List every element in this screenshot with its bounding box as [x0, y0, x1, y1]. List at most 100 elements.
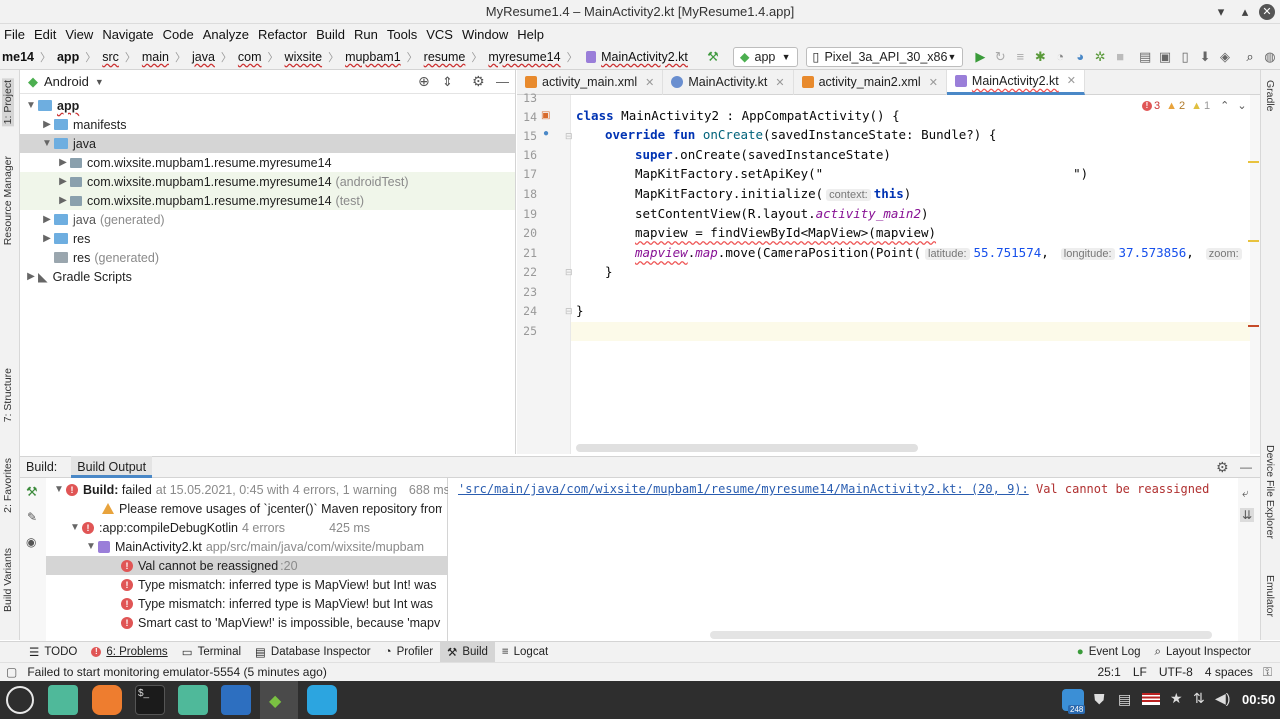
breadcrumb-com[interactable]: com [238, 50, 262, 64]
telegram-icon[interactable] [307, 685, 337, 715]
tab-mainactivity2-kt[interactable]: MainActivity2.kt ✕ [946, 69, 1085, 95]
status-toggle-icon[interactable]: ▢ [6, 665, 17, 679]
menu-file[interactable]: File [4, 27, 25, 42]
build-row-error[interactable]: ! Smart cast to 'MapView!' is impossible… [121, 613, 442, 632]
chevron-right-icon[interactable]: ▶ [56, 157, 70, 168]
close-icon[interactable]: ✕ [929, 76, 938, 89]
error-marker[interactable] [1248, 325, 1259, 327]
fold-icon[interactable]: ⊟ [565, 306, 573, 317]
menu-help[interactable]: Help [517, 27, 544, 42]
eye-icon[interactable]: ◉ [26, 535, 36, 549]
tool-build[interactable]: ⚒ Build [440, 641, 495, 663]
files-icon[interactable] [48, 685, 78, 715]
apply-code-changes-icon[interactable]: ≡ [1013, 49, 1027, 65]
project-view-select[interactable]: Android [44, 74, 89, 89]
breadcrumb-wixsite[interactable]: wixsite [285, 50, 323, 64]
folder-app-icon[interactable] [178, 685, 208, 715]
tab-activity-main2-xml[interactable]: activity_main2.xml ✕ [794, 69, 947, 95]
close-icon[interactable]: ✕ [775, 76, 784, 89]
tab-emulator[interactable]: Emulator [1264, 575, 1276, 617]
breadcrumb-myresume14[interactable]: myresume14 [488, 50, 560, 64]
tree-item-gradle-scripts[interactable]: ▶ ◣ Gradle Scripts [20, 267, 515, 286]
close-icon[interactable]: ✕ [1259, 4, 1275, 20]
build-output-link[interactable]: 'src/main/java/com/wixsite/mupbam1/resum… [458, 482, 1029, 496]
chevron-right-icon[interactable]: ▶ [40, 233, 54, 244]
locate-icon[interactable]: ⊕ [418, 73, 430, 90]
tool-profiler[interactable]: ◔ Profiler [378, 642, 440, 663]
inspection-widget[interactable]: ! 3 ▲ 2 ▲ 1 ⌃ ⌄ [1142, 99, 1247, 112]
hammer-icon[interactable]: ⚒ [26, 484, 38, 500]
menu-navigate[interactable]: Navigate [102, 27, 153, 42]
override-gutter-icon[interactable]: ● [543, 128, 549, 139]
caret-position[interactable]: 25:1 [1097, 665, 1120, 679]
run-config-select[interactable]: ◆ app ▼ [732, 46, 798, 67]
tree-item-java-generated[interactable]: ▶ java (generated) [20, 210, 515, 229]
breadcrumb-java[interactable]: java [192, 50, 215, 64]
tool-terminal[interactable]: ▭ Terminal [175, 642, 248, 663]
build-row-error-selected[interactable]: ! Val cannot be reassigned :20 [46, 556, 448, 575]
menu-build[interactable]: Build [316, 27, 345, 42]
chevron-down-icon[interactable]: ▼ [84, 541, 98, 552]
gear-icon[interactable]: ⚙ [472, 73, 485, 90]
apply-changes-icon[interactable]: ↻ [993, 49, 1007, 65]
breadcrumb-resume[interactable]: resume [424, 50, 466, 64]
writer-icon[interactable] [221, 685, 251, 715]
tool-problems[interactable]: ! 6: Problems [84, 642, 174, 663]
volume-icon[interactable]: ◀) [1215, 690, 1230, 707]
chevron-right-icon[interactable]: ▶ [24, 271, 38, 282]
clipboard-icon[interactable]: ▤ [1118, 691, 1131, 708]
tool-logcat[interactable]: ≡ Logcat [495, 642, 555, 663]
menu-edit[interactable]: Edit [34, 27, 56, 42]
menu-vcs[interactable]: VCS [426, 27, 453, 42]
line-separator[interactable]: LF [1133, 665, 1147, 679]
previous-highlight-icon[interactable]: ⌃ [1220, 99, 1229, 112]
tree-item-res[interactable]: ▶ res [20, 229, 515, 248]
menu-refactor[interactable]: Refactor [258, 27, 307, 42]
chevron-right-icon[interactable]: ▶ [56, 176, 70, 187]
menu-analyze[interactable]: Analyze [203, 27, 249, 42]
editor-horizontal-scrollbar[interactable] [576, 444, 918, 452]
close-icon[interactable]: ✕ [645, 76, 654, 89]
activity-gutter-icon[interactable]: ▣ [541, 110, 550, 121]
account-icon[interactable]: ◍ [1263, 49, 1277, 65]
menu-code[interactable]: Code [163, 27, 194, 42]
menu-window[interactable]: Window [462, 27, 508, 42]
shield-icon[interactable]: ⛊ [1094, 691, 1105, 708]
breadcrumb-app[interactable]: app [57, 50, 79, 64]
firefox-icon[interactable] [92, 685, 122, 715]
breadcrumb-mupbam1[interactable]: mupbam1 [345, 50, 401, 64]
search-icon[interactable]: ⌕ [1243, 49, 1257, 65]
tool-database-inspector[interactable]: ▤ Database Inspector [248, 642, 378, 663]
tab-resource-manager[interactable]: Resource Manager [2, 156, 14, 245]
tree-item-res-generated[interactable]: res (generated) [20, 248, 515, 267]
mint-menu-icon[interactable] [6, 686, 34, 714]
device-select[interactable]: ▯ Pixel_3a_API_30_x86 ▼ [805, 46, 964, 67]
star-icon[interactable]: ★ [1170, 690, 1183, 707]
close-icon[interactable]: ✕ [1067, 74, 1076, 87]
tab-build-variants[interactable]: Build Variants [2, 548, 14, 612]
indent-setting[interactable]: 4 spaces [1205, 665, 1253, 679]
build-row-task[interactable]: ▼ ! :app:compileDebugKotlin 4 errors 425… [68, 518, 370, 537]
collapse-all-icon[interactable]: ⇕ [442, 74, 453, 90]
chevron-down-icon[interactable]: ▼ [52, 484, 66, 495]
chevron-right-icon[interactable]: ▶ [40, 119, 54, 130]
build-row-error[interactable]: ! Type mismatch: inferred type is MapVie… [121, 575, 442, 594]
chevron-down-icon[interactable]: ▼ [40, 138, 54, 149]
attach-icon[interactable]: ✲ [1093, 49, 1107, 65]
tree-item-package-test[interactable]: ▶ com.wixsite.mupbam1.resume.myresume14 … [20, 191, 515, 210]
tree-item-manifests[interactable]: ▶ manifests [20, 115, 515, 134]
chevron-right-icon[interactable]: ▶ [40, 214, 54, 225]
tool-layout-inspector[interactable]: ⌕ Layout Inspector [1148, 642, 1258, 663]
attach-debugger-icon[interactable]: ◕ [1073, 49, 1087, 65]
hammer-icon[interactable]: ⚒ [706, 49, 720, 65]
sdk-manager-icon[interactable]: ⬇ [1198, 49, 1212, 65]
tab-gradle[interactable]: Gradle [1264, 80, 1276, 112]
debug-icon[interactable]: ✱ [1033, 49, 1047, 65]
hide-icon[interactable]: — [496, 74, 509, 89]
next-highlight-icon[interactable]: ⌄ [1237, 99, 1246, 112]
fold-icon[interactable]: ⊟ [565, 131, 573, 142]
chevron-right-icon[interactable]: ▶ [56, 195, 70, 206]
fold-icon[interactable]: ⊟ [565, 267, 573, 278]
pin-icon[interactable]: ✎ [27, 510, 37, 524]
network-icon[interactable]: ⇅ [1193, 690, 1205, 707]
